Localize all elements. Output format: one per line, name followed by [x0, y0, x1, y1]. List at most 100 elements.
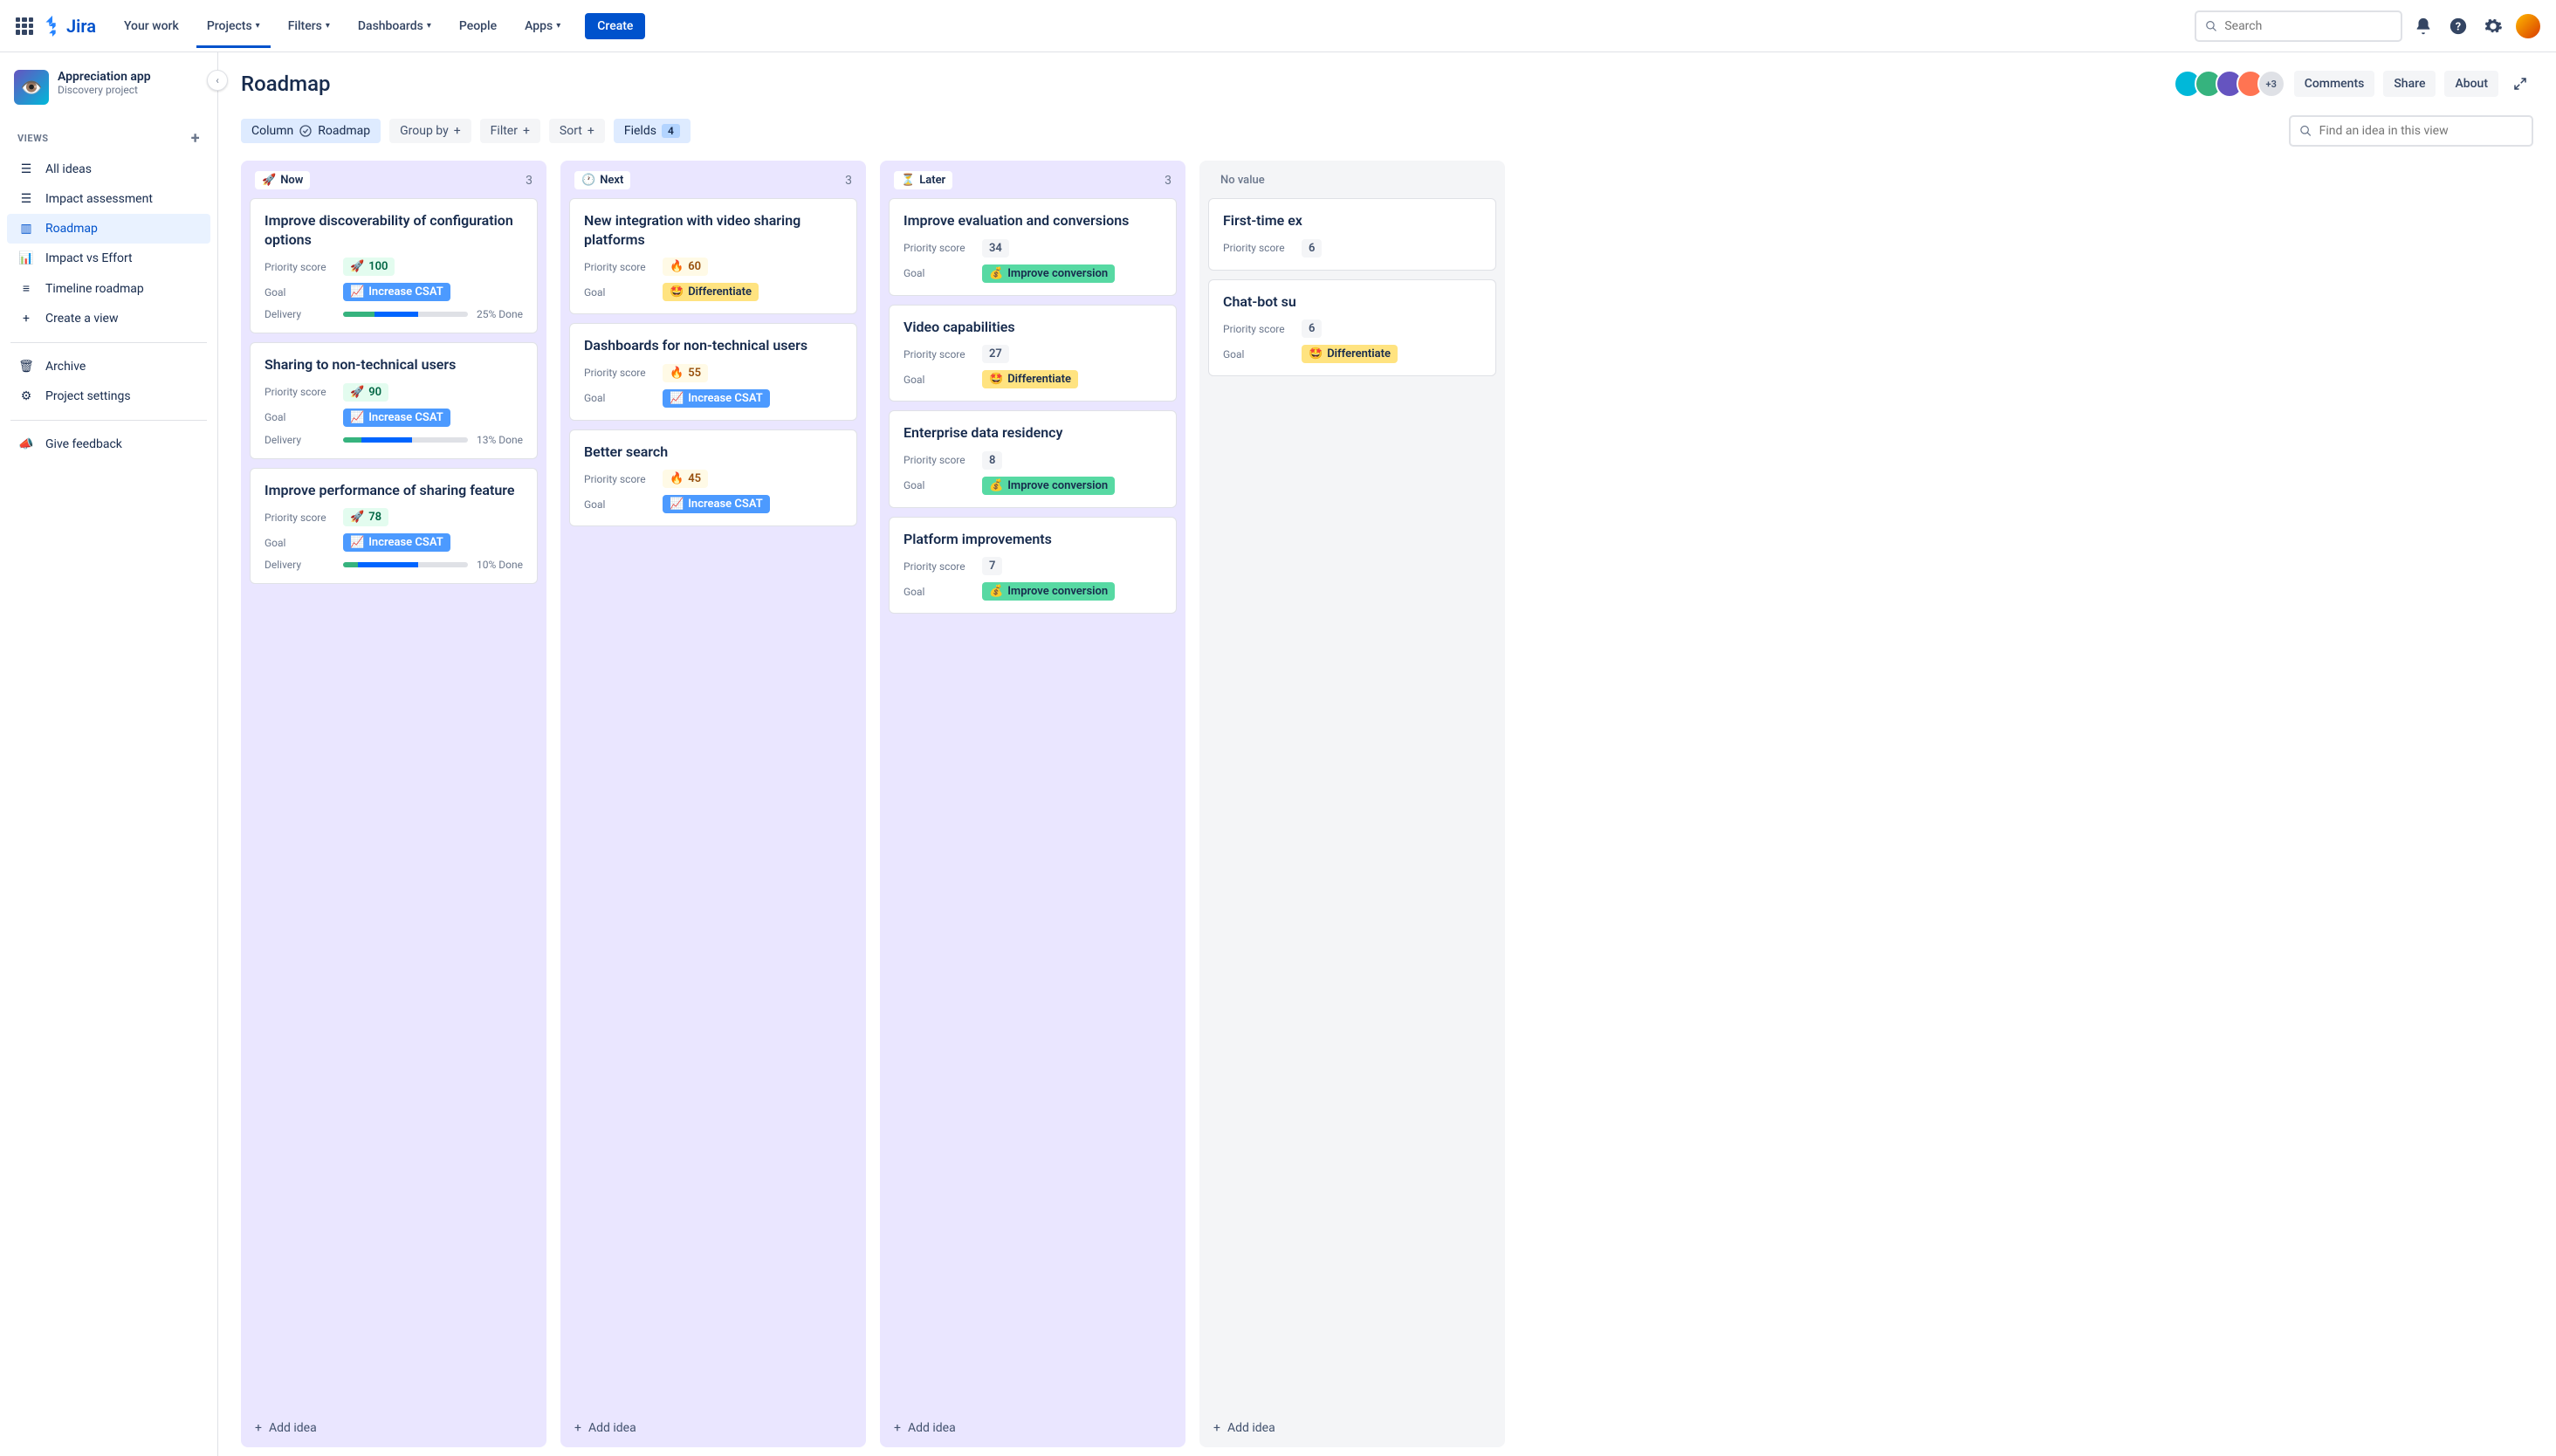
idea-card[interactable]: Enterprise data residencyPriority score8…	[889, 410, 1177, 508]
jira-logo[interactable]: Jira	[42, 16, 96, 37]
nav-your-work[interactable]: Your work	[113, 5, 189, 47]
collapse-sidebar-button[interactable]: ‹	[207, 70, 228, 91]
project-name: Appreciation app	[58, 70, 151, 84]
goal-emoji: 💰	[989, 267, 1003, 280]
score-emoji: 🔥	[670, 472, 684, 485]
chip-label: Group by	[400, 124, 449, 138]
find-idea-input[interactable]	[2319, 124, 2523, 138]
sidebar: ‹ 👁️ Appreciation app Discovery project …	[0, 52, 218, 1456]
chip-label: Fields	[624, 124, 656, 138]
nav-filters[interactable]: Filters▾	[278, 5, 340, 47]
sidebar-item-label: Timeline roadmap	[45, 282, 144, 296]
idea-card[interactable]: Dashboards for non-technical usersPriori…	[569, 323, 857, 421]
column-tag[interactable]: 🚀Now	[255, 171, 310, 189]
add-idea-button[interactable]: +Add idea	[241, 1409, 546, 1447]
add-idea-label: Add idea	[1227, 1421, 1275, 1435]
notifications-icon[interactable]	[2409, 12, 2437, 40]
sidebar-item-give-feedback[interactable]: 📣Give feedback	[7, 429, 210, 459]
card-title: Enterprise data residency	[904, 423, 1162, 443]
chip-label: Column	[251, 124, 293, 138]
sidebar-item-all-ideas[interactable]: ☰All ideas	[7, 155, 210, 184]
expand-icon[interactable]	[2507, 71, 2533, 97]
app-switcher-icon[interactable]	[14, 16, 35, 37]
settings-icon[interactable]	[2479, 12, 2507, 40]
timeline-icon: ≡	[17, 281, 35, 296]
group-by-chip[interactable]: Group by+	[389, 119, 471, 143]
project-type: Discovery project	[58, 84, 151, 96]
fields-count-badge: 4	[662, 124, 680, 138]
global-search-input[interactable]	[2224, 19, 2392, 33]
column-count: 3	[845, 174, 852, 188]
card-title: Improve evaluation and conversions	[904, 211, 1162, 230]
avatar-more[interactable]: +3	[2257, 70, 2285, 98]
idea-card[interactable]: Sharing to non-technical usersPriority s…	[250, 342, 538, 459]
goal-value: Improve conversion	[1007, 479, 1108, 492]
sort-chip[interactable]: Sort+	[549, 119, 605, 143]
sidebar-item-create-view[interactable]: +Create a view	[7, 304, 210, 333]
board-column-now: 🚀Now3Improve discoverability of configur…	[241, 161, 546, 1447]
fields-chip[interactable]: Fields 4	[614, 119, 691, 143]
sidebar-item-archive[interactable]: 🗑Archive	[7, 352, 210, 381]
profile-avatar[interactable]	[2514, 12, 2542, 40]
nav-people[interactable]: People	[449, 5, 507, 47]
help-icon[interactable]: ?	[2444, 12, 2472, 40]
trash-icon: 🗑	[17, 360, 35, 374]
column-tag[interactable]: 🕐Next	[574, 171, 630, 189]
goal-emoji: 📈	[670, 498, 684, 511]
create-button[interactable]: Create	[585, 13, 645, 39]
idea-card[interactable]: First-time exPriority score6	[1208, 198, 1496, 271]
board-column-next: 🕐Next 3 New integration with video sharing…	[560, 161, 866, 1447]
nav-apps[interactable]: Apps▾	[514, 5, 571, 47]
goal-value: Improve conversion	[1007, 585, 1108, 598]
nav-dashboards[interactable]: Dashboards▾	[347, 5, 442, 47]
add-idea-button[interactable]: +Add idea	[560, 1409, 866, 1447]
global-search[interactable]	[2195, 10, 2402, 42]
priority-label: Priority score	[904, 560, 982, 573]
add-idea-button[interactable]: +Add idea	[1199, 1409, 1505, 1447]
goal-label: Goal	[904, 586, 982, 598]
find-idea-search[interactable]	[2289, 115, 2533, 147]
about-button[interactable]: About	[2444, 71, 2498, 97]
column-tag[interactable]: No value	[1213, 171, 1272, 189]
delivery-label: Delivery	[265, 434, 343, 446]
sidebar-item-impact-assessment[interactable]: ☰Impact assessment	[7, 184, 210, 214]
svg-text:?: ?	[2456, 20, 2461, 33]
priority-score-pill: 🚀90	[343, 383, 388, 402]
filter-chip[interactable]: Filter+	[480, 119, 540, 143]
idea-card[interactable]: Better searchPriority score🔥45Goal📈Incre…	[569, 429, 857, 527]
avatar-stack[interactable]: +3	[2174, 70, 2285, 98]
goal-pill: 📈Increase CSAT	[663, 389, 770, 408]
idea-card[interactable]: Improve performance of sharing featurePr…	[250, 468, 538, 585]
add-idea-button[interactable]: +Add idea	[880, 1409, 1185, 1447]
add-view-icon[interactable]: +	[191, 129, 200, 148]
delivery-done-text: 25% Done	[477, 308, 523, 320]
sidebar-item-timeline-roadmap[interactable]: ≡ Timeline roadmap	[7, 273, 210, 304]
goal-pill: 💰Improve conversion	[982, 582, 1115, 601]
priority-score-pill: 8	[982, 451, 1002, 470]
score-emoji: 🔥	[670, 260, 684, 273]
sidebar-item-impact-vs-effort[interactable]: 📊Impact vs Effort	[7, 244, 210, 273]
idea-card[interactable]: Improve discoverability of configuration…	[250, 198, 538, 333]
goal-emoji: 🤩	[670, 285, 684, 299]
priority-label: Priority score	[584, 367, 663, 379]
goal-label: Goal	[584, 498, 663, 511]
priority-score-pill: 27	[982, 345, 1009, 363]
share-button[interactable]: Share	[2383, 71, 2436, 97]
idea-card[interactable]: Improve evaluation and conversionsPriori…	[889, 198, 1177, 296]
comments-button[interactable]: Comments	[2294, 71, 2375, 97]
sidebar-item-roadmap[interactable]: ▥Roadmap	[7, 214, 210, 244]
priority-label: Priority score	[904, 348, 982, 361]
idea-card[interactable]: New integration with video sharing platf…	[569, 198, 857, 314]
project-header[interactable]: 👁️ Appreciation app Discovery project	[7, 70, 210, 122]
chevron-down-icon: ▾	[556, 21, 560, 31]
column-chip[interactable]: Column Roadmap	[241, 119, 381, 143]
board-column-later: ⏳Later3Improve evaluation and conversion…	[880, 161, 1185, 1447]
nav-projects[interactable]: Projects▾	[196, 5, 271, 47]
idea-card[interactable]: Chat-bot suPriority score6Goal🤩Different…	[1208, 279, 1496, 377]
column-tag[interactable]: ⏳Later	[894, 171, 952, 189]
column-label: Now	[280, 174, 303, 187]
idea-card[interactable]: Platform improvementsPriority score7Goal…	[889, 517, 1177, 615]
idea-card[interactable]: Video capabilitiesPriority score27Goal🤩D…	[889, 305, 1177, 402]
sidebar-item-project-settings[interactable]: ⚙Project settings	[7, 381, 210, 411]
delivery-progress	[343, 312, 468, 317]
